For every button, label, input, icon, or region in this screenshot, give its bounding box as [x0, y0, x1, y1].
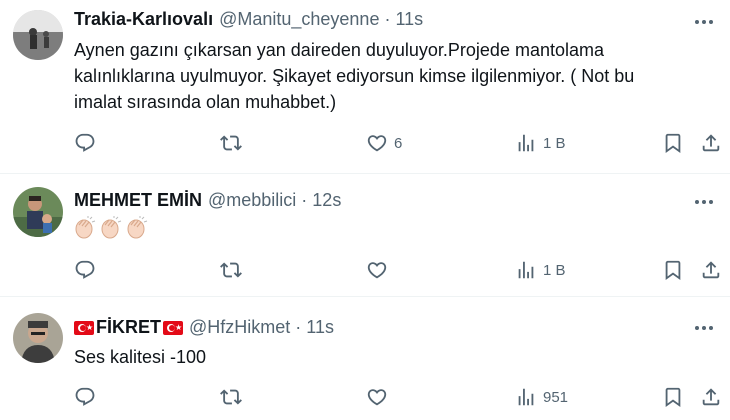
bookmark-button[interactable] — [662, 131, 684, 155]
like-icon — [366, 259, 388, 281]
share-button[interactable] — [700, 131, 722, 155]
bookmark-icon — [662, 259, 684, 281]
share-icon — [700, 386, 722, 408]
share-icon — [700, 259, 722, 281]
like-icon — [366, 386, 388, 408]
reply-button[interactable] — [74, 385, 96, 409]
user-handle[interactable]: @mebbilici — [208, 190, 296, 211]
action-bar: 6 1 B — [74, 131, 730, 155]
like-button[interactable]: 6 — [366, 131, 402, 155]
display-name[interactable]: FİKRET — [96, 317, 161, 338]
tweet-text: Aynen gazını çıkarsan yan daireden duyul… — [74, 37, 694, 115]
retweet-button[interactable] — [220, 131, 242, 155]
tweet-2[interactable]: MEHMET EMİN @mebbilici · 12s 1 B — [0, 174, 730, 296]
retweet-icon — [220, 259, 242, 281]
share-button[interactable] — [700, 258, 722, 282]
retweet-button[interactable] — [220, 258, 242, 282]
avatar[interactable] — [13, 313, 63, 363]
bookmark-button[interactable] — [662, 258, 684, 282]
action-bar: 1 B — [74, 258, 730, 282]
clapping-hands-icon — [126, 216, 148, 240]
more-icon[interactable] — [690, 192, 718, 212]
separator: · — [295, 317, 302, 337]
action-bar: 951 — [74, 385, 730, 409]
view-count: 1 B — [543, 134, 566, 152]
tweet-3[interactable]: ★ FİKRET ★ @HfzHikmet · 11s Ses kalitesi… — [0, 296, 730, 420]
tweet-header: Trakia-Karlıovalı @Manitu_cheyenne · 11s — [74, 9, 423, 30]
reply-button[interactable] — [74, 258, 96, 282]
views-button[interactable]: 951 — [515, 385, 568, 409]
retweet-button[interactable] — [220, 385, 242, 409]
reply-icon — [74, 132, 96, 154]
share-icon — [700, 132, 722, 154]
more-icon[interactable] — [690, 12, 718, 32]
timestamp[interactable]: 11s — [306, 317, 334, 338]
like-count: 6 — [394, 134, 403, 152]
separator: · — [301, 190, 308, 210]
turkish-flag-icon: ★ — [163, 320, 183, 335]
avatar[interactable] — [13, 10, 63, 60]
views-button[interactable]: 1 B — [515, 258, 566, 282]
timestamp[interactable]: 12s — [312, 190, 341, 211]
reply-icon — [74, 259, 96, 281]
tweet-text-line: imalat sırasında olan muhabbet.) — [74, 92, 337, 112]
tweet-emoji — [74, 216, 674, 247]
reply-icon — [74, 386, 96, 408]
views-button[interactable]: 1 B — [515, 131, 566, 155]
bookmark-icon — [662, 386, 684, 408]
user-handle[interactable]: @HfzHikmet — [189, 317, 290, 338]
tweet-text-line: Aynen gazını çıkarsan yan daireden duyul… — [74, 40, 604, 60]
separator: · — [384, 9, 391, 29]
views-icon — [515, 386, 537, 408]
view-count: 1 B — [543, 261, 566, 279]
turkish-flag-icon: ★ — [74, 320, 94, 335]
avatar[interactable] — [13, 187, 63, 237]
retweet-icon — [220, 132, 242, 154]
tweet-text-line: kalınlıklarına uyulmuyor. Şikayet ediyor… — [74, 66, 635, 86]
retweet-icon — [220, 386, 242, 408]
clapping-hands-icon — [100, 216, 122, 240]
share-button[interactable] — [700, 385, 722, 409]
like-button[interactable] — [366, 385, 388, 409]
clapping-hands-icon — [74, 216, 96, 240]
more-icon[interactable] — [690, 318, 718, 338]
tweet-header: MEHMET EMİN @mebbilici · 12s — [74, 190, 341, 211]
views-icon — [515, 259, 537, 281]
bookmark-icon — [662, 132, 684, 154]
tweet-1[interactable]: Trakia-Karlıovalı @Manitu_cheyenne · 11s… — [0, 0, 730, 174]
bookmark-button[interactable] — [662, 385, 684, 409]
like-icon — [366, 132, 388, 154]
display-name[interactable]: Trakia-Karlıovalı — [74, 9, 213, 30]
display-name[interactable]: MEHMET EMİN — [74, 190, 202, 211]
tweet-header: ★ FİKRET ★ @HfzHikmet · 11s — [74, 317, 334, 338]
view-count: 951 — [543, 388, 569, 406]
timestamp[interactable]: 11s — [395, 9, 423, 30]
tweet-text: Ses kalitesi -100 — [74, 347, 207, 367]
user-handle[interactable]: @Manitu_cheyenne — [219, 9, 379, 30]
views-icon — [515, 132, 537, 154]
like-button[interactable] — [366, 258, 388, 282]
reply-button[interactable] — [74, 131, 96, 155]
